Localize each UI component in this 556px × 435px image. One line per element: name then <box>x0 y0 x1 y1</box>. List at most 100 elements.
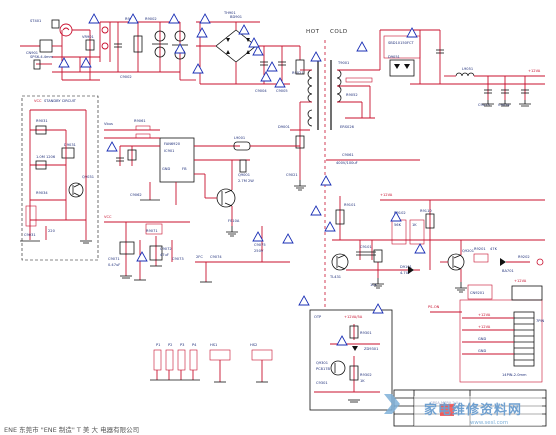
svg-text:+12VA: +12VA <box>514 279 527 283</box>
svg-text:250V: 250V <box>254 249 264 253</box>
warning-icon <box>260 71 272 82</box>
svg-text:C9301: C9301 <box>316 381 328 385</box>
svg-text:Q9001: Q9001 <box>238 173 250 177</box>
warning-icon <box>320 175 332 186</box>
svg-text:R9201: R9201 <box>474 247 486 251</box>
svg-text:HS2: HS2 <box>250 343 257 347</box>
warning-icon <box>106 141 118 152</box>
svg-text:1K: 1K <box>412 223 417 227</box>
svg-text:SPS6-4.4mm: SPS6-4.4mm <box>30 55 54 59</box>
right-transistor: Q9201 R9201 47K BA701 R9202 <box>440 240 544 282</box>
svg-text:C9101: C9101 <box>360 245 372 249</box>
svg-text:T9001: T9001 <box>337 61 349 65</box>
svg-text:GND: GND <box>478 337 486 341</box>
svg-text:R9202: R9202 <box>518 255 530 259</box>
svg-text:R9021: R9021 <box>292 71 304 75</box>
svg-text:ERS026: ERS026 <box>340 125 355 129</box>
svg-text:L9051: L9051 <box>462 67 473 71</box>
svg-text:56K: 56K <box>394 223 402 227</box>
warning-icon <box>238 24 250 35</box>
warning-icon <box>336 335 348 346</box>
warning-icon <box>168 13 180 24</box>
fuse <box>51 19 60 29</box>
feedback-regulator: C9061 400V/100uF +12VA R9101 TL431 C9101… <box>326 153 545 287</box>
svg-text:FB: FB <box>182 167 187 171</box>
svg-text:1K: 1K <box>360 379 365 383</box>
watermark-logo <box>384 394 400 414</box>
svg-text:Vbus: Vbus <box>104 122 113 126</box>
watermark: 家电维修资料网 www.sesl.com <box>384 394 542 426</box>
svg-text:HS1: HS1 <box>210 343 217 347</box>
ground-symbols <box>226 100 531 293</box>
svg-text:C9072: C9072 <box>160 247 172 251</box>
svg-text:+12VA: +12VA <box>380 193 393 197</box>
warning-icon <box>274 77 286 88</box>
bridge-rectifier: TH901 BD901 <box>196 11 300 84</box>
svg-text:1.0M 1206: 1.0M 1206 <box>36 155 56 159</box>
svg-text:+12VA: +12VA <box>528 69 541 73</box>
schematic-drawing: R9001 R9002 ST401 CN901 SPS6-4.4mm C9002… <box>4 11 547 434</box>
svg-text:C9075: C9075 <box>254 243 266 247</box>
svg-text:+12VA/5A: +12VA/5A <box>344 315 363 319</box>
warning-icon <box>80 57 92 68</box>
svg-text:R9002: R9002 <box>145 17 157 21</box>
svg-text:BD901: BD901 <box>230 15 242 19</box>
svg-text:220: 220 <box>48 229 56 233</box>
svg-text:ZD9301: ZD9301 <box>364 347 378 351</box>
warning-icon <box>248 37 260 48</box>
svg-text:0.47uF: 0.47uF <box>108 263 120 267</box>
svg-text:C9061: C9061 <box>342 153 354 157</box>
svg-text:14PIN-2.0mm: 14PIN-2.0mm <box>502 373 527 377</box>
svg-text:D9001: D9001 <box>278 125 290 129</box>
svg-text:STANDBY CIRCUIT: STANDBY CIRCUIT <box>44 99 77 103</box>
warning-icon <box>414 243 426 254</box>
warning-icon <box>356 41 368 52</box>
cold-label: COLD <box>330 29 348 35</box>
svg-text:D9051: D9051 <box>388 55 400 59</box>
primary-switch: D9001 C9021 <box>278 102 310 180</box>
svg-text:C9071: C9071 <box>108 257 120 261</box>
svg-text:47K: 47K <box>490 247 498 251</box>
svg-text:C9021: C9021 <box>286 173 298 177</box>
svg-text:C9062: C9062 <box>130 193 142 197</box>
svg-text:C9031: C9031 <box>24 233 36 237</box>
svg-text:SBD10150FCT: SBD10150FCT <box>388 41 415 45</box>
svg-text:C9004: C9004 <box>255 89 267 93</box>
svg-text:P3: P3 <box>180 343 184 347</box>
svg-text:C9074: C9074 <box>210 255 222 259</box>
svg-text:R9110: R9110 <box>420 209 432 213</box>
footer-text: ENE 东莞市 "ENE 制造" T 美 大 电器有限公司 <box>4 425 139 434</box>
svg-text:400V/100uF: 400V/100uF <box>336 161 358 165</box>
svg-text:Q9031: Q9031 <box>82 175 94 179</box>
svg-text:VR901: VR901 <box>82 35 94 39</box>
warning-icon <box>88 13 100 24</box>
input-capacitors: C9004 C9005 R9021 <box>200 46 305 93</box>
svg-text:R9034: R9034 <box>36 191 48 195</box>
pfc-mosfet: FS10A Q9001 2.7M 2W <box>204 159 254 226</box>
svg-text:+12VA: +12VA <box>478 325 491 329</box>
svg-text:TL431: TL431 <box>329 275 341 279</box>
warning-icon <box>282 233 294 244</box>
svg-text:VCC: VCC <box>104 215 112 219</box>
svg-text:CN9201: CN9201 <box>470 291 484 295</box>
warning-icon <box>406 27 418 38</box>
test-points: P1 P2 P3 P4 <box>150 343 200 381</box>
warning-icon <box>324 221 336 232</box>
watermark-url: www.sesl.com <box>470 420 508 426</box>
warning-icon <box>196 27 208 38</box>
svg-text:IC901: IC901 <box>164 149 174 153</box>
svg-text:Q9201: Q9201 <box>462 249 474 253</box>
input-connector <box>39 39 53 53</box>
svg-text:C9073: C9073 <box>172 257 184 261</box>
svg-text:GND: GND <box>478 349 486 353</box>
svg-text:P4: P4 <box>192 343 197 347</box>
svg-text:Q9301: Q9301 <box>316 361 328 365</box>
svg-text:ST401: ST401 <box>30 19 41 23</box>
svg-text:PS-ON: PS-ON <box>428 305 440 309</box>
standby-controller: VCC R9071 C9071 0.47uF C9072 47uF C9073 … <box>104 215 290 283</box>
svg-text:2FC: 2FC <box>196 255 203 259</box>
svg-text:R9071: R9071 <box>146 229 158 233</box>
svg-text:BA701: BA701 <box>502 269 514 273</box>
svg-text:7PIN: 7PIN <box>536 319 545 323</box>
svg-text:C9005: C9005 <box>276 89 288 93</box>
